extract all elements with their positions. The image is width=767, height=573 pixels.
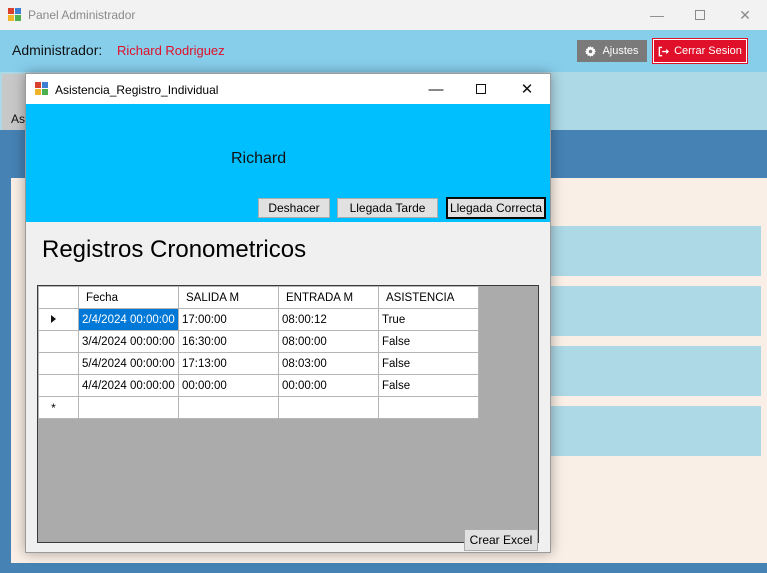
cell-fecha[interactable]: 5/4/2024 00:00:00 xyxy=(78,352,179,375)
table-row[interactable]: 5/4/2024 00:00:00 17:13:00 08:03:00 Fals… xyxy=(38,352,479,375)
table-row[interactable]: 2/4/2024 00:00:00 17:00:00 08:00:12 True xyxy=(38,308,479,331)
row-header[interactable] xyxy=(38,330,79,353)
logout-button[interactable]: Cerrar Sesion xyxy=(652,38,748,64)
late-arrival-button[interactable]: Llegada Tarde xyxy=(337,198,438,218)
maximize-icon xyxy=(476,84,486,94)
cell-fecha[interactable]: 4/4/2024 00:00:00 xyxy=(78,374,179,397)
records-grid[interactable]: Fecha SALIDA M ENTRADA M ASISTENCIA 2/4/… xyxy=(37,285,539,543)
cell-fecha[interactable]: 2/4/2024 00:00:00 xyxy=(78,308,179,331)
column-header-fecha[interactable]: Fecha xyxy=(78,286,179,309)
cell-fecha[interactable] xyxy=(78,396,179,419)
grid-header-row: Fecha SALIDA M ENTRADA M ASISTENCIA xyxy=(38,286,479,309)
dialog-maximize-button[interactable] xyxy=(458,74,504,104)
cell-entrada[interactable]: 08:00:00 xyxy=(278,330,379,353)
admin-label: Administrador: xyxy=(12,42,103,58)
cell-asistencia[interactable] xyxy=(378,396,479,419)
column-header-salida[interactable]: SALIDA M xyxy=(178,286,279,309)
cell-asistencia[interactable]: True xyxy=(378,308,479,331)
table-row[interactable]: 3/4/2024 00:00:00 16:30:00 08:00:00 Fals… xyxy=(38,330,479,353)
cell-salida[interactable]: 17:13:00 xyxy=(178,352,279,375)
content-card xyxy=(551,286,761,336)
close-button[interactable]: ✕ xyxy=(722,0,767,30)
column-header-asistencia[interactable]: ASISTENCIA xyxy=(378,286,479,309)
maximize-button[interactable] xyxy=(677,0,723,30)
content-card xyxy=(551,346,761,396)
row-header[interactable] xyxy=(38,374,79,397)
dialog-title: Asistencia_Registro_Individual xyxy=(55,83,219,97)
cell-salida[interactable] xyxy=(178,396,279,419)
column-header-entrada[interactable]: ENTRADA M xyxy=(278,286,379,309)
create-excel-button[interactable]: Crear Excel xyxy=(464,529,538,551)
student-name: Richard xyxy=(231,150,287,167)
cell-salida[interactable]: 16:30:00 xyxy=(178,330,279,353)
current-row-icon xyxy=(51,314,56,323)
dialog-titlebar: Asistencia_Registro_Individual — ✕ xyxy=(26,74,550,104)
correct-arrival-button[interactable]: Llegada Correcta xyxy=(446,197,546,219)
cell-fecha[interactable]: 3/4/2024 00:00:00 xyxy=(78,330,179,353)
cell-asistencia[interactable]: False xyxy=(378,352,479,375)
row-header-corner xyxy=(38,286,79,309)
app-icon xyxy=(8,8,22,22)
records-table: Fecha SALIDA M ENTRADA M ASISTENCIA 2/4/… xyxy=(38,286,479,419)
admin-name: Richard Rodriguez xyxy=(117,43,225,58)
table-row[interactable]: 4/4/2024 00:00:00 00:00:00 00:00:00 Fals… xyxy=(38,374,479,397)
header-bar: Administrador: Richard Rodriguez Ajustes… xyxy=(0,30,767,72)
content-card xyxy=(551,226,761,276)
cell-entrada[interactable]: 00:00:00 xyxy=(278,374,379,397)
cell-asistencia[interactable]: False xyxy=(378,330,479,353)
row-header[interactable] xyxy=(38,308,79,331)
cell-asistencia[interactable]: False xyxy=(378,374,479,397)
content-card xyxy=(551,406,761,456)
section-title: Registros Cronometricos xyxy=(42,236,307,263)
settings-button-label: Ajustes xyxy=(602,45,639,57)
new-row[interactable]: * xyxy=(38,396,479,419)
undo-button[interactable]: Deshacer xyxy=(258,198,330,218)
maximize-icon xyxy=(695,10,705,20)
logout-button-label: Cerrar Sesion xyxy=(674,45,742,57)
dialog-close-button[interactable]: ✕ xyxy=(504,74,550,104)
main-window-title: Panel Administrador xyxy=(28,8,136,22)
student-banner: Richard Deshacer Llegada Tarde Llegada C… xyxy=(26,104,550,222)
new-row-marker: * xyxy=(51,400,56,415)
dialog-app-icon xyxy=(35,82,49,96)
cell-entrada[interactable] xyxy=(278,396,379,419)
cell-entrada[interactable]: 08:03:00 xyxy=(278,352,379,375)
main-titlebar: Panel Administrador — ✕ xyxy=(0,0,767,30)
row-header[interactable] xyxy=(38,352,79,375)
cell-salida[interactable]: 17:00:00 xyxy=(178,308,279,331)
cell-salida[interactable]: 00:00:00 xyxy=(178,374,279,397)
sign-out-icon xyxy=(658,46,670,56)
cell-entrada[interactable]: 08:00:12 xyxy=(278,308,379,331)
gear-icon xyxy=(585,45,597,57)
row-header[interactable]: * xyxy=(38,396,79,419)
dialog-minimize-button[interactable]: — xyxy=(413,74,459,104)
settings-button[interactable]: Ajustes xyxy=(577,40,647,62)
attendance-dialog: Asistencia_Registro_Individual — ✕ Richa… xyxy=(25,73,551,553)
minimize-button[interactable]: — xyxy=(634,0,680,30)
